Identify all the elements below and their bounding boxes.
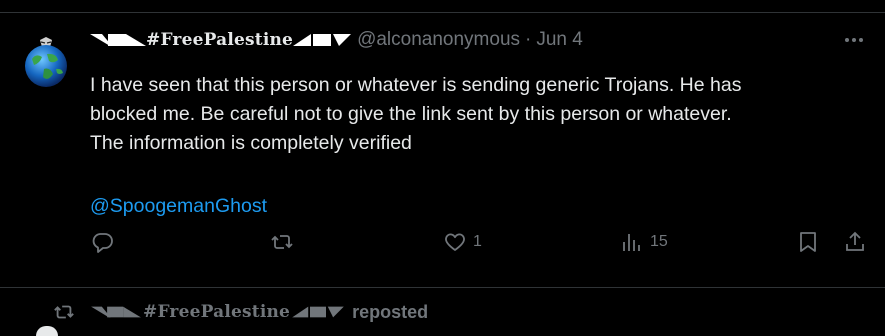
flag-decoration-right-icon [293, 30, 352, 50]
more-button[interactable] [843, 29, 865, 51]
mention-link[interactable]: @SpoogemanGhost [90, 192, 267, 221]
heart-icon [445, 233, 465, 251]
avatar[interactable] [20, 27, 72, 87]
separator-dot: · [525, 29, 532, 50]
tweet-header: #FreePalestine @alconanonymous · Jun 4 [90, 27, 583, 53]
share-icon [846, 231, 864, 251]
bottom-divider [0, 287, 885, 288]
display-name[interactable]: #FreePalestine [146, 30, 293, 50]
views-button[interactable]: 15 [620, 227, 668, 257]
reposted-label: reposted [352, 301, 429, 322]
flag-decoration-right-icon [290, 302, 346, 322]
reply-button[interactable] [91, 227, 121, 257]
like-count: 1 [473, 233, 482, 250]
timestamp[interactable]: Jun 4 [536, 29, 582, 51]
views-icon [623, 234, 640, 251]
tweet-text-line: The information is completely verified [90, 132, 412, 154]
retweet-icon [54, 305, 74, 319]
next-tweet-avatar[interactable] [36, 326, 58, 336]
retweet-icon [271, 235, 293, 249]
tweet-text: I have seen that this person or whatever… [90, 71, 865, 158]
bookmark-button[interactable] [796, 227, 820, 257]
flag-decoration-left-icon [90, 30, 146, 50]
share-button[interactable] [843, 227, 867, 257]
like-button[interactable]: 1 [443, 227, 482, 257]
reposter-name[interactable]: #FreePalestine [143, 302, 290, 322]
action-bar: 1 15 [0, 227, 885, 257]
tweet[interactable]: #FreePalestine @alconanonymous · Jun 4 I… [0, 0, 885, 275]
repost-context[interactable]: #FreePalestine reposted [53, 299, 428, 325]
more-icon [845, 38, 863, 42]
retweet-button[interactable] [270, 227, 300, 257]
tweet-text-line: blocked me. Be careful not to give the l… [90, 103, 732, 125]
views-count: 15 [650, 233, 668, 250]
tweet-text-line: I have seen that this person or whatever… [90, 74, 742, 96]
flag-decoration-left-icon [89, 302, 143, 322]
bookmark-icon [800, 232, 816, 252]
reply-icon [92, 233, 113, 253]
handle[interactable]: @alconanonymous [357, 29, 520, 51]
